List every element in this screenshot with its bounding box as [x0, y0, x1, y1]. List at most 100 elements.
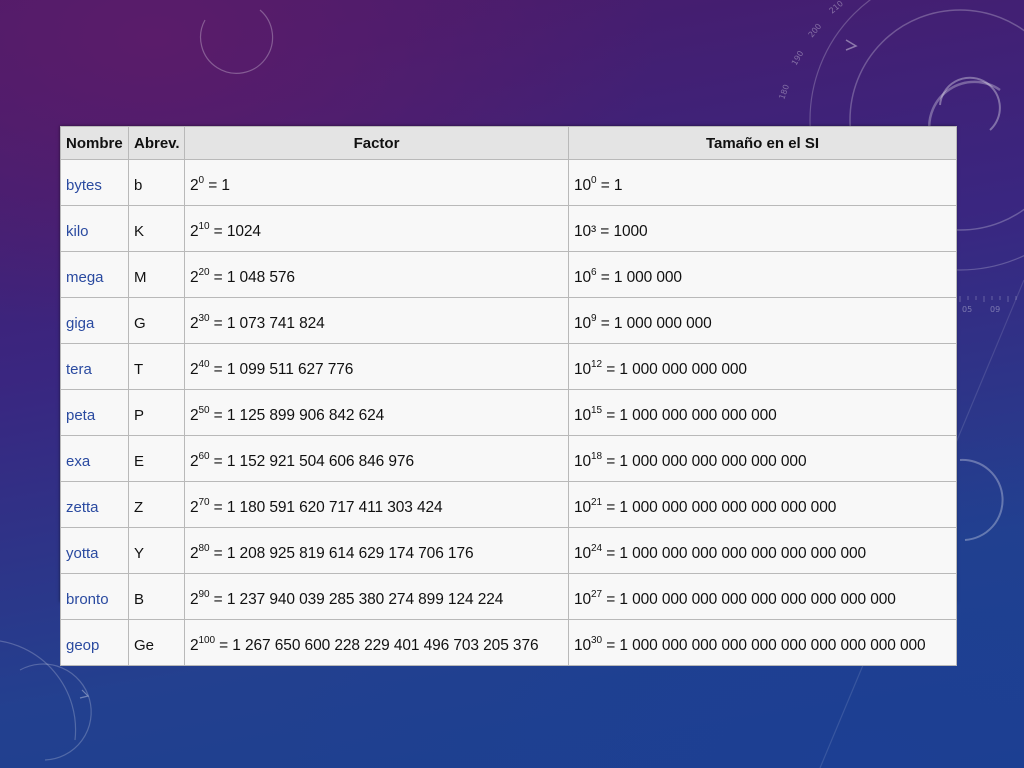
si-base: 10 — [574, 591, 592, 609]
si-cell: 1024 = 1 000 000 000 000 000 000 000 000 — [568, 527, 957, 574]
si-exponent: 0 — [591, 174, 597, 186]
si-exponent: 24 — [591, 542, 602, 554]
factor-value: = 1024 — [209, 223, 261, 241]
factor-exponent: 80 — [198, 542, 210, 554]
unit-abbr: K — [128, 205, 185, 252]
si-value: = 1 000 000 000 000 000 000 — [601, 453, 807, 471]
si-base: 10³ = 1000 — [574, 223, 648, 241]
unit-abbr: P — [128, 389, 185, 436]
factor-base: 2 — [190, 223, 199, 241]
factor-cell: 260 = 1 152 921 504 606 846 976 — [184, 435, 569, 482]
unit-abbr: B — [128, 573, 185, 620]
header-si: Tamaño en el SI — [568, 126, 957, 160]
si-value: = 1 000 000 000 000 000 000 000 000 000 … — [601, 637, 926, 655]
table-row: kilo K 210 = 1024 10³ = 1000 — [60, 205, 957, 252]
scale-tick-label: 09 — [990, 305, 1000, 314]
si-base: 10 — [574, 269, 592, 287]
factor-exponent: 0 — [198, 174, 205, 186]
factor-exponent: 40 — [198, 358, 210, 370]
factor-value: = 1 237 940 039 285 380 274 899 124 224 — [209, 591, 504, 609]
factor-cell: 290 = 1 237 940 039 285 380 274 899 124 … — [184, 573, 569, 620]
header-nombre: Nombre — [60, 126, 129, 160]
factor-cell: 280 = 1 208 925 819 614 629 174 706 176 — [184, 527, 569, 574]
table-header-row: Nombre Abrev. Factor Tamaño en el SI — [60, 126, 957, 160]
si-base: 10 — [574, 407, 592, 425]
si-base: 10 — [574, 545, 592, 563]
factor-cell: 2100 = 1 267 650 600 228 229 401 496 703… — [184, 619, 569, 666]
si-cell: 1018 = 1 000 000 000 000 000 000 — [568, 435, 957, 482]
si-value: = 1 000 000 — [596, 269, 682, 287]
factor-exponent: 30 — [198, 312, 210, 324]
factor-base: 2 — [190, 499, 199, 517]
factor-exponent: 70 — [198, 496, 210, 508]
unit-name[interactable]: exa — [60, 435, 129, 482]
table-row: giga G 230 = 1 073 741 824 109 = 1 000 000 … — [60, 297, 957, 344]
factor-exponent: 20 — [198, 266, 210, 278]
arc-decoration — [19, 663, 92, 761]
unit-abbr: b — [128, 159, 185, 206]
table-row: tera T 240 = 1 099 511 627 776 1012 = 1 000… — [60, 343, 957, 390]
si-exponent: 9 — [591, 312, 597, 324]
arc-decoration — [199, 9, 274, 74]
si-base: 10 — [574, 177, 592, 195]
si-value: = 1 000 000 000 000 000 — [601, 407, 777, 425]
factor-value: = 1 — [204, 177, 230, 195]
si-value: = 1 — [596, 177, 623, 195]
si-value: = 1 000 000 000 000 000 000 000 000 — [601, 545, 867, 563]
si-value: = 1 000 000 000 — [596, 315, 712, 333]
si-value: = 1 000 000 000 000 000 000 000 000 000 — [601, 591, 896, 609]
unit-name[interactable]: mega — [60, 251, 129, 298]
unit-abbr: T — [128, 343, 185, 390]
factor-base: 2 — [190, 361, 199, 379]
factor-base: 2 — [190, 637, 199, 655]
factor-cell: 220 = 1 048 576 — [184, 251, 569, 298]
factor-value: = 1 208 925 819 614 629 174 706 176 — [209, 545, 474, 563]
units-table: Nombre Abrev. Factor Tamaño en el SI byt… — [60, 126, 957, 666]
si-exponent: 6 — [591, 266, 597, 278]
table-row: yotta Y 280 = 1 208 925 819 614 629 174 70… — [60, 527, 957, 574]
unit-name[interactable]: tera — [60, 343, 129, 390]
si-cell: 100 = 1 — [568, 159, 957, 206]
si-cell: 106 = 1 000 000 — [568, 251, 957, 298]
scale-tick-label: 210 — [828, 0, 845, 16]
unit-name[interactable]: geop — [60, 619, 129, 666]
factor-exponent: 100 — [198, 634, 215, 646]
factor-base: 2 — [190, 407, 199, 425]
triangle-marker-icon — [845, 39, 858, 51]
si-exponent: 18 — [591, 450, 602, 462]
table-row: zetta Z 270 = 1 180 591 620 717 411 303 42… — [60, 481, 957, 528]
factor-value: = 1 152 921 504 606 846 976 — [209, 453, 414, 471]
unit-name[interactable]: bytes — [60, 159, 129, 206]
scale-tick-label: 190 — [790, 49, 805, 67]
unit-name[interactable]: zetta — [60, 481, 129, 528]
unit-name[interactable]: yotta — [60, 527, 129, 574]
factor-cell: 210 = 1024 — [184, 205, 569, 252]
si-exponent: 12 — [591, 358, 602, 370]
scale-tick-label: 05 — [962, 305, 972, 314]
arc-decoration — [939, 76, 1001, 131]
factor-base: 2 — [190, 269, 199, 287]
factor-value: = 1 048 576 — [209, 269, 295, 287]
si-cell: 1021 = 1 000 000 000 000 000 000 000 — [568, 481, 957, 528]
si-value: = 1 000 000 000 000 — [601, 361, 747, 379]
factor-base: 2 — [190, 315, 199, 333]
table-row: bytes b 20 = 1 100 = 1 — [60, 159, 957, 206]
si-base: 10 — [574, 453, 592, 471]
si-cell: 1030 = 1 000 000 000 000 000 000 000 000… — [568, 619, 957, 666]
factor-base: 2 — [190, 545, 199, 563]
factor-cell: 230 = 1 073 741 824 — [184, 297, 569, 344]
si-exponent: 21 — [591, 496, 602, 508]
si-base: 10 — [574, 499, 592, 517]
factor-base: 2 — [190, 591, 199, 609]
header-abrev: Abrev. — [128, 126, 185, 160]
scale-tick-label: 200 — [807, 22, 824, 39]
unit-name[interactable]: peta — [60, 389, 129, 436]
table-row: mega M 220 = 1 048 576 106 = 1 000 000 — [60, 251, 957, 298]
unit-name[interactable]: kilo — [60, 205, 129, 252]
unit-name[interactable]: bronto — [60, 573, 129, 620]
factor-exponent: 60 — [198, 450, 210, 462]
unit-name[interactable]: giga — [60, 297, 129, 344]
unit-abbr: Z — [128, 481, 185, 528]
triangle-marker-icon — [79, 689, 90, 699]
factor-value: = 1 125 899 906 842 624 — [209, 407, 385, 425]
